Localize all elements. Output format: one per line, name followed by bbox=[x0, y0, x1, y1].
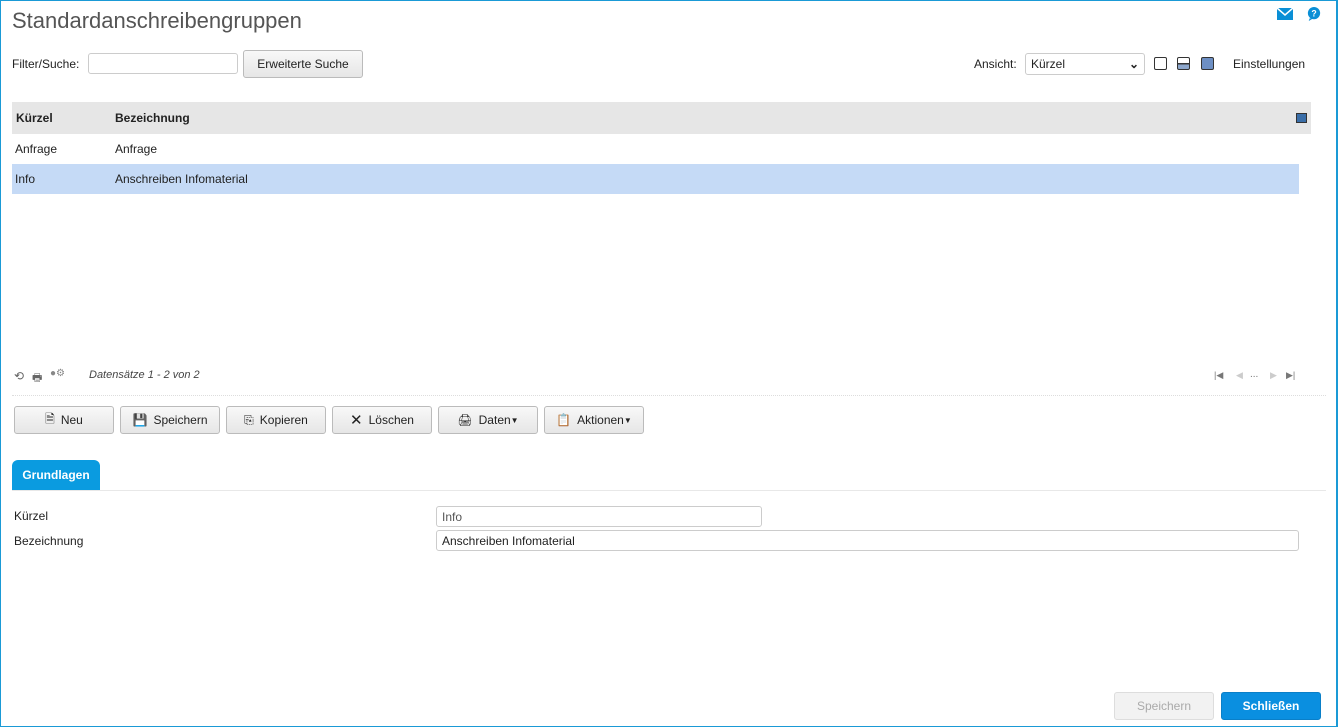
cell-bezeichnung: Anfrage bbox=[115, 142, 158, 156]
help-icon[interactable]: ? bbox=[1306, 7, 1322, 21]
bezeichnung-field[interactable] bbox=[436, 530, 1299, 551]
page-title: Standardanschreibengruppen bbox=[12, 8, 302, 33]
kuerzel-field[interactable] bbox=[436, 506, 762, 527]
advanced-search-button[interactable]: Erweiterte Suche bbox=[243, 50, 363, 78]
view-label: Ansicht: bbox=[974, 57, 1017, 71]
database-icon: 🖨 bbox=[457, 413, 473, 427]
settings-link[interactable]: Einstellungen bbox=[1233, 57, 1305, 71]
kuerzel-label: Kürzel bbox=[14, 509, 49, 523]
document-icon: 🗎 bbox=[45, 411, 55, 426]
copy-label: Kopieren bbox=[259, 413, 308, 427]
cell-kuerzel: Anfrage bbox=[15, 142, 58, 156]
delete-button[interactable]: ✕ Löschen bbox=[332, 406, 432, 434]
filter-label: Filter/Suche: bbox=[12, 57, 80, 71]
save-label: Speichern bbox=[153, 413, 208, 427]
copy-icon: ⎘ bbox=[244, 412, 254, 427]
bezeichnung-label: Bezeichnung bbox=[14, 534, 84, 548]
divider bbox=[12, 395, 1326, 396]
close-button[interactable]: Schließen bbox=[1221, 692, 1321, 720]
save-toolbar-button[interactable]: 💾 Speichern bbox=[120, 406, 220, 434]
layout-full-icon[interactable] bbox=[1201, 57, 1214, 70]
mail-icon[interactable] bbox=[1277, 7, 1293, 21]
svg-text:?: ? bbox=[1311, 9, 1316, 19]
layout-single-icon[interactable] bbox=[1154, 57, 1167, 70]
grid-header: Kürzel Bezeichnung bbox=[12, 102, 1311, 134]
prev-page-icon[interactable]: ◀ bbox=[1236, 370, 1243, 381]
layout-split-icon[interactable] bbox=[1177, 57, 1190, 70]
gears-icon[interactable]: ●⚙ bbox=[50, 368, 65, 379]
tab-grundlagen[interactable]: Grundlagen bbox=[12, 460, 100, 490]
actions-dropdown-button[interactable]: 📋 Aktionen ▼ bbox=[544, 406, 644, 434]
page-ellipsis[interactable]: ... bbox=[1250, 369, 1258, 380]
column-header-kuerzel[interactable]: Kürzel bbox=[16, 111, 53, 125]
data-label: Daten bbox=[478, 413, 511, 427]
cell-bezeichnung: Anschreiben Infomaterial bbox=[115, 172, 248, 186]
caret-down-icon: ▼ bbox=[623, 415, 632, 425]
chevron-down-icon: ⌄ bbox=[1128, 57, 1139, 71]
new-label: Neu bbox=[60, 413, 83, 427]
copy-button[interactable]: ⎘ Kopieren bbox=[226, 406, 326, 434]
filter-input[interactable] bbox=[88, 53, 238, 74]
cell-kuerzel: Info bbox=[15, 172, 36, 186]
record-count: Datensätze 1 - 2 von 2 bbox=[89, 369, 200, 381]
clipboard-icon: 📋 bbox=[556, 413, 572, 427]
column-chooser-icon[interactable] bbox=[1296, 113, 1307, 123]
actions-label: Aktionen bbox=[577, 413, 624, 427]
refresh-icon[interactable]: ⟲ bbox=[14, 369, 24, 383]
view-select[interactable]: Kürzel ⌄ bbox=[1025, 53, 1145, 75]
column-header-bezeichnung[interactable]: Bezeichnung bbox=[115, 111, 190, 125]
table-row-selected[interactable]: Info Anschreiben Infomaterial bbox=[12, 164, 1299, 194]
last-page-icon[interactable]: ▶| bbox=[1286, 370, 1295, 381]
data-dropdown-button[interactable]: 🖨 Daten ▼ bbox=[438, 406, 538, 434]
tab-divider bbox=[12, 490, 1326, 491]
floppy-icon: 💾 bbox=[132, 413, 148, 427]
caret-down-icon: ▼ bbox=[510, 415, 519, 425]
new-button[interactable]: 🗎 Neu bbox=[14, 406, 114, 434]
save-button-disabled[interactable]: Speichern bbox=[1114, 692, 1214, 720]
table-row[interactable]: Anfrage Anfrage bbox=[12, 134, 1299, 164]
x-icon: ✕ bbox=[350, 412, 363, 429]
first-page-icon[interactable]: |◀ bbox=[1214, 370, 1223, 381]
delete-label: Löschen bbox=[368, 413, 414, 427]
next-page-icon[interactable]: ▶ bbox=[1270, 370, 1277, 381]
print-icon[interactable]: 🖶 bbox=[32, 369, 42, 388]
view-select-value: Kürzel bbox=[1031, 57, 1066, 71]
